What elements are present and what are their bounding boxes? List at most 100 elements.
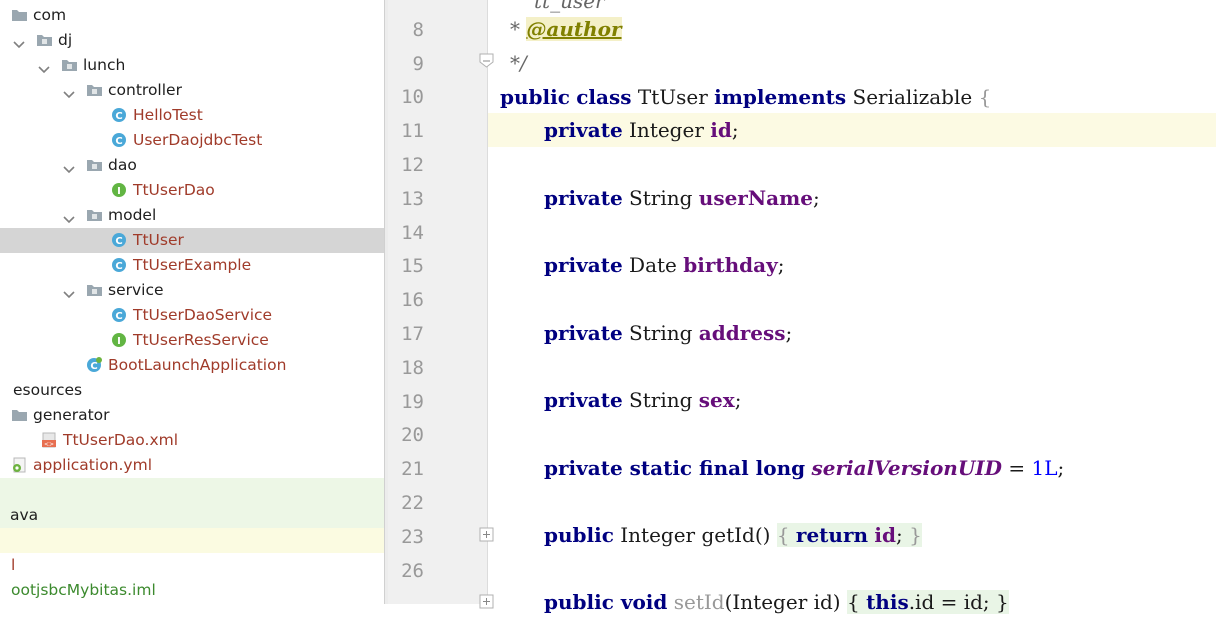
tree-row[interactable]: service [0, 278, 384, 303]
tree-item-label: generator [33, 406, 110, 424]
svg-text:C: C [115, 311, 122, 322]
line-number: 12 [401, 154, 424, 176]
tree-row[interactable]: C TtUserDaoService [0, 303, 384, 328]
svg-text:I: I [117, 186, 121, 197]
line-number: 16 [401, 289, 424, 312]
tree-item-label: TtUserResService [133, 331, 269, 349]
tree-row[interactable]: generator [0, 403, 384, 428]
field-name: birthday [683, 253, 778, 277]
tree-row[interactable]: dj [0, 28, 384, 53]
svg-text:C: C [115, 136, 122, 147]
tree-row[interactable]: ootjsbcMybitas.iml [0, 578, 384, 603]
spring-class-icon: C [86, 357, 103, 373]
line-number: 14 [401, 221, 424, 244]
line-number: 21 [401, 458, 424, 481]
tree-row[interactable]: C TtUserExample [0, 253, 384, 278]
tree-item-label: UserDaojdbcTest [133, 131, 263, 149]
field-name: userName [698, 186, 813, 210]
tree-row[interactable]: com [0, 3, 384, 28]
tree-row[interactable] [0, 528, 384, 553]
xml-file-icon: <> [41, 432, 58, 448]
tree-row[interactable]: ava [0, 503, 384, 528]
svg-text:I: I [117, 336, 121, 347]
class-icon: C [111, 257, 128, 273]
field-name: address [698, 321, 786, 345]
keyword-private: private [544, 253, 623, 277]
class-icon: C [111, 132, 128, 148]
line-number: 22 [401, 492, 424, 514]
folded-body[interactable]: { this.id = id; } [846, 590, 1009, 614]
tree-item-label: TtUserDao.xml [63, 431, 179, 449]
interface-icon: I [111, 182, 128, 198]
keyword-private: private [544, 321, 623, 345]
tree-row[interactable]: model [0, 203, 384, 228]
serial-field-name: serialVersionUID [811, 456, 1002, 480]
tree-row[interactable]: C UserDaojdbcTest [0, 128, 384, 153]
tree-item-label: HelloTest [133, 106, 203, 124]
tree-row[interactable]: C BootLaunchApplication [0, 353, 384, 378]
method-name: getId [701, 523, 755, 547]
field-declaration: private String sex; [544, 388, 742, 412]
folder-icon [11, 7, 28, 23]
tree-item-label: esources [13, 381, 83, 399]
tree-row[interactable]: esources [0, 378, 384, 403]
svg-text:C: C [115, 111, 122, 122]
assign-stmt: .id = id; [908, 590, 990, 614]
field-declaration: private Date birthday; [544, 253, 785, 277]
tree-row[interactable] [0, 478, 384, 503]
tree-row[interactable]: <> TtUserDao.xml [0, 428, 384, 453]
line-number: 23 [401, 525, 424, 548]
serial-value: 1L [1031, 456, 1058, 480]
chevron-down-icon[interactable] [63, 210, 75, 224]
chevron-down-icon[interactable] [13, 35, 25, 49]
keyword-class: class [576, 85, 632, 109]
comment-star: * [510, 17, 527, 41]
tree-item-label: TtUser [133, 231, 184, 249]
package-icon [61, 57, 78, 73]
tree-row[interactable]: I TtUserDao [0, 178, 384, 203]
tree-row[interactable]: controller [0, 78, 384, 103]
field-type: Date [629, 253, 677, 277]
tree-row[interactable]: lunch [0, 53, 384, 78]
tree-item-label: l [11, 556, 16, 574]
line-number: 8 [412, 18, 424, 41]
line-number: 20 [401, 424, 424, 447]
package-icon [86, 207, 103, 223]
assign-op: = [1001, 456, 1032, 480]
tree-item-label: application.yml [33, 456, 153, 474]
svg-text:<>: <> [44, 441, 54, 448]
code-line-21: private static final long serialVersionU… [544, 456, 1065, 480]
line-number: 15 [401, 255, 424, 278]
project-tree[interactable]: com dj lunch controller C HelloTest C UserDaojd… [0, 0, 384, 604]
tree-row[interactable]: dao [0, 153, 384, 178]
tree-item-label: ootjsbcMybitas.iml [11, 581, 156, 599]
interface-icon: I [111, 332, 128, 348]
line-number: 9 [412, 52, 424, 75]
line-number: 11 [401, 120, 424, 143]
field-type: Integer [629, 118, 704, 142]
tree-row[interactable]: C HelloTest [0, 103, 384, 128]
chevron-down-icon[interactable] [38, 60, 50, 74]
chevron-down-icon[interactable] [63, 85, 75, 99]
chevron-down-icon[interactable] [63, 285, 75, 299]
field-name: id [710, 118, 732, 142]
field-declaration: private String userName; [544, 186, 820, 210]
tree-item-label: service [108, 281, 164, 299]
line-number: 19 [401, 390, 424, 413]
svg-text:C: C [90, 361, 97, 372]
tree-row[interactable]: l [0, 553, 384, 578]
keyword-public: public [500, 85, 570, 109]
field-declaration: private Integer id; [544, 118, 739, 142]
svg-text:C: C [115, 261, 122, 272]
comment-end: */ [510, 51, 527, 75]
tree-row[interactable]: I TtUserResService [0, 328, 384, 353]
folded-body[interactable]: { return id; } [776, 523, 922, 547]
keyword-private: private [544, 186, 623, 210]
tree-row[interactable]: C TtUser [0, 228, 384, 253]
line-number: 10 [401, 86, 424, 109]
package-icon [86, 82, 103, 98]
line-number: 17 [401, 323, 424, 345]
interface-name: Serializable [852, 85, 973, 109]
tree-row[interactable]: application.yml [0, 453, 384, 478]
chevron-down-icon[interactable] [63, 160, 75, 174]
